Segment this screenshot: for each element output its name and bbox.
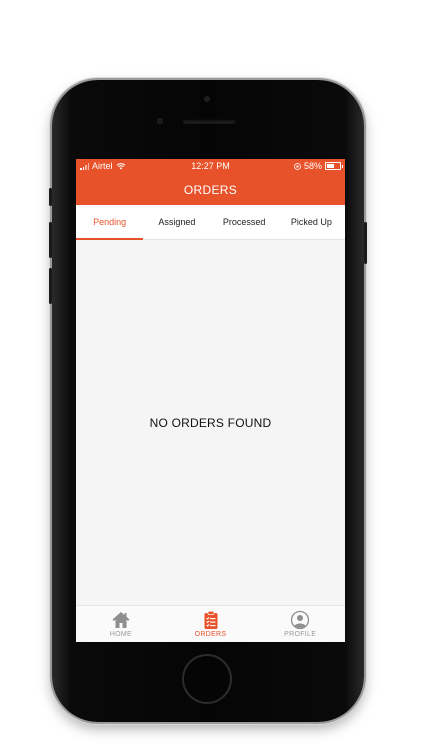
page-title: ORDERS [183,182,238,197]
tabbar-label-home: HOME [109,631,132,638]
orientation-lock-icon [294,162,301,170]
tab-pending[interactable]: Pending [76,205,144,240]
app-screen: Airtel 12:27 PM 58% ORDERS Pending Assig… [76,159,345,642]
clipboard-icon [204,610,217,629]
nav-bar: ORDERS [76,174,345,205]
volume-up-button [49,222,52,258]
home-button[interactable] [184,656,230,702]
empty-state-message: NO ORDERS FOUND [149,416,272,430]
tab-picked-up[interactable]: Picked Up [278,205,345,239]
earpiece-speaker [182,119,236,124]
proximity-sensor [157,118,163,124]
power-button [364,222,367,264]
tabbar-item-orders[interactable]: ORDERS [166,606,256,642]
volume-down-button [49,268,52,304]
status-right: 58% [294,161,343,171]
profile-icon [291,610,310,630]
tabbar-item-home[interactable]: HOME [76,606,166,642]
front-camera [204,96,210,102]
tab-assigned[interactable]: Assigned [143,205,210,239]
tabbar-label-profile: PROFILE [284,631,317,638]
tab-processed[interactable]: Processed [211,205,278,239]
orders-list: NO ORDERS FOUND [76,240,345,606]
mute-switch [49,188,52,206]
bottom-tab-bar: HOME ORDERS PROFILE [76,605,345,642]
battery-icon [325,162,343,170]
order-status-tabs: Pending Assigned Processed Picked Up [76,205,345,240]
status-bar: Airtel 12:27 PM 58% [76,159,345,174]
battery-percent: 58% [303,161,322,171]
home-icon [112,612,130,628]
tabbar-item-profile[interactable]: PROFILE [255,606,345,642]
tabbar-label-orders: ORDERS [194,631,227,638]
